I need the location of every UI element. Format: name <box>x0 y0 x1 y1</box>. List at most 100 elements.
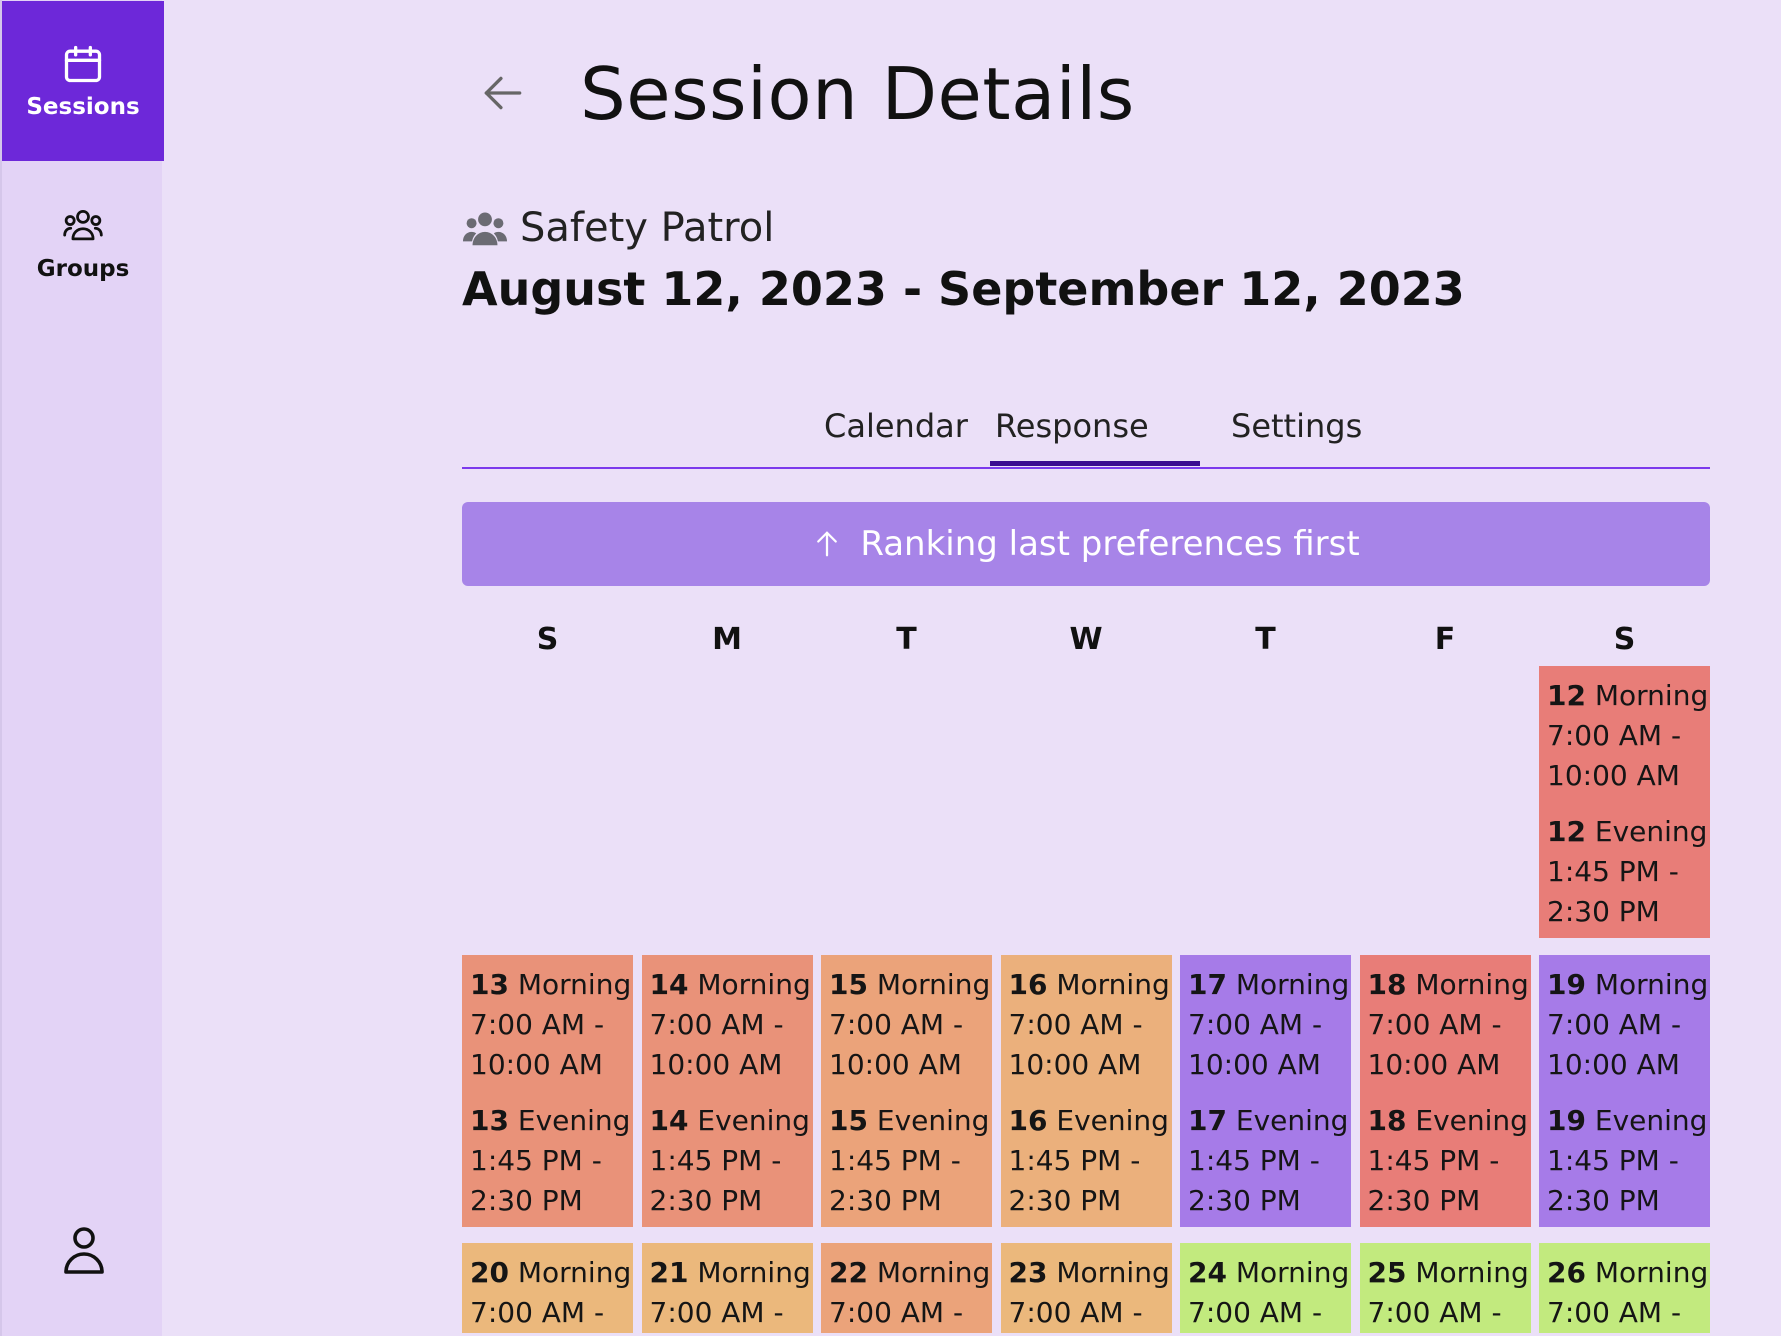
slot-name: Morning <box>697 1256 811 1289</box>
sidebar-item-groups[interactable]: Groups <box>2 163 164 323</box>
ranking-order-button[interactable]: Ranking last preferences first <box>462 502 1710 586</box>
slot-name: Evening <box>697 1104 810 1137</box>
active-tab-indicator <box>990 461 1200 466</box>
tab-response[interactable]: Response <box>995 407 1149 445</box>
slot-time-start: 7:00 AM - <box>1188 1296 1323 1329</box>
slot-day: 17 <box>1188 968 1227 1001</box>
calendar-slot[interactable]: 13 Morning 7:00 AM - 10:00 AM <box>462 955 633 1091</box>
slot-time-start: 1:45 PM - <box>1188 1144 1320 1177</box>
ranking-order-label: Ranking last preferences first <box>860 524 1360 564</box>
slot-day: 17 <box>1188 1104 1227 1137</box>
arrow-left-icon[interactable] <box>478 68 528 118</box>
page-title: Session Details <box>580 52 1135 136</box>
sidebar-item-label: Sessions <box>26 94 140 120</box>
slot-day: 16 <box>1008 968 1048 1001</box>
slot-name: Evening <box>1235 1104 1349 1137</box>
tab-calendar[interactable]: Calendar <box>824 407 968 445</box>
slot-name: Morning <box>697 968 811 1001</box>
weekday-header: S M T W T F S <box>462 622 1710 666</box>
slot-day: 12 <box>1547 679 1586 712</box>
slot-time-start: 7:00 AM - <box>1008 1296 1143 1329</box>
slot-time-end: 2:30 PM <box>1367 1184 1481 1217</box>
calendar-slot[interactable]: 16 Morning 7:00 AM - 10:00 AM <box>1000 955 1172 1091</box>
slot-time-end: 10:00 AM <box>1008 1048 1142 1081</box>
users-icon <box>63 209 103 241</box>
calendar-slot[interactable]: 18 Evening 1:45 PM - 2:30 PM <box>1359 1091 1531 1227</box>
slot-name: Evening <box>1594 815 1708 848</box>
arrow-up-icon <box>817 531 838 557</box>
slot-name: Evening <box>1056 1104 1169 1137</box>
slot-day: 15 <box>829 968 868 1001</box>
calendar-slot[interactable]: 15 Morning 7:00 AM - 10:00 AM <box>821 955 992 1091</box>
slot-name: Morning <box>517 1256 632 1289</box>
slot-name: Morning <box>876 968 991 1001</box>
slot-time-start: 7:00 AM - <box>470 1008 605 1041</box>
slot-day: 23 <box>1008 1256 1048 1289</box>
slot-time-start: 7:00 AM - <box>1547 719 1682 752</box>
slot-time-start: 7:00 AM - <box>649 1008 784 1041</box>
calendar-slot[interactable]: 21 Morning 7:00 AM - <box>641 1243 813 1333</box>
slot-time-start: 1:45 PM - <box>1547 855 1679 888</box>
calendar-slot[interactable]: 25 Morning 7:00 AM - <box>1359 1243 1531 1333</box>
slot-name: Morning <box>876 1256 991 1289</box>
calendar-slot[interactable]: 18 Morning 7:00 AM - 10:00 AM <box>1359 955 1531 1091</box>
slot-time-start: 7:00 AM - <box>1547 1008 1682 1041</box>
slot-name: Morning <box>1235 1256 1350 1289</box>
slot-time-start: 7:00 AM - <box>1008 1008 1143 1041</box>
calendar-slot[interactable]: 16 Evening 1:45 PM - 2:30 PM <box>1000 1091 1172 1227</box>
slot-time-start: 7:00 AM - <box>470 1296 605 1329</box>
weekday-label: M <box>712 622 742 657</box>
calendar-slot[interactable]: 15 Evening 1:45 PM - 2:30 PM <box>821 1091 992 1227</box>
slot-day: 16 <box>1008 1104 1048 1137</box>
slot-day: 18 <box>1367 1104 1407 1137</box>
main-content: Session Details Safety Patrol August 12,… <box>162 0 1781 1336</box>
slot-day: 25 <box>1367 1256 1407 1289</box>
users-icon <box>462 212 508 246</box>
tab-bar: Calendar Response Settings <box>462 395 1710 469</box>
calendar-slot[interactable]: 12 Evening 1:45 PM - 2:30 PM <box>1539 802 1710 938</box>
slot-time-start: 1:45 PM - <box>1547 1144 1679 1177</box>
slot-day: 18 <box>1367 968 1407 1001</box>
slot-time-start: 7:00 AM - <box>829 1008 964 1041</box>
calendar-icon <box>64 45 102 83</box>
sidebar-item-sessions[interactable]: Sessions <box>2 1 164 161</box>
weekday-label: F <box>1434 622 1456 657</box>
calendar-slot[interactable]: 17 Morning 7:00 AM - 10:00 AM <box>1180 955 1351 1091</box>
slot-time-end: 10:00 AM <box>649 1048 783 1081</box>
calendar-slot[interactable]: 12 Morning 7:00 AM - 10:00 AM <box>1539 666 1710 802</box>
calendar-slot[interactable]: 14 Morning 7:00 AM - 10:00 AM <box>641 955 813 1091</box>
calendar-slot[interactable]: 24 Morning 7:00 AM - <box>1180 1243 1351 1333</box>
calendar-slot[interactable]: 23 Morning 7:00 AM - <box>1000 1243 1172 1333</box>
slot-time-start: 1:45 PM - <box>649 1144 782 1177</box>
slot-name: Morning <box>517 968 632 1001</box>
calendar-slot[interactable]: 26 Morning 7:00 AM - <box>1539 1243 1710 1333</box>
slot-day: 13 <box>470 1104 509 1137</box>
slot-day: 13 <box>470 968 509 1001</box>
slot-time-end: 10:00 AM <box>1188 1048 1321 1081</box>
slot-name: Morning <box>1594 679 1709 712</box>
calendar-slot[interactable]: 22 Morning 7:00 AM - <box>821 1243 992 1333</box>
slot-name: Morning <box>1594 1256 1709 1289</box>
group-info: Safety Patrol <box>462 205 774 251</box>
slot-day: 14 <box>649 968 689 1001</box>
slot-day: 22 <box>829 1256 868 1289</box>
slot-day: 12 <box>1547 815 1586 848</box>
slot-name: Evening <box>1415 1104 1528 1137</box>
calendar-slot[interactable]: 20 Morning 7:00 AM - <box>462 1243 633 1333</box>
slot-name: Morning <box>1415 968 1529 1001</box>
weekday-label: S <box>536 622 559 657</box>
tab-settings[interactable]: Settings <box>1231 407 1362 445</box>
calendar-slot[interactable]: 14 Evening 1:45 PM - 2:30 PM <box>641 1091 813 1227</box>
calendar-slot[interactable]: 13 Evening 1:45 PM - 2:30 PM <box>462 1091 633 1227</box>
slot-day: 26 <box>1547 1256 1586 1289</box>
sidebar: Sessions Groups <box>0 0 164 1336</box>
calendar-slot[interactable]: 17 Evening 1:45 PM - 2:30 PM <box>1180 1091 1351 1227</box>
calendar-slot[interactable]: 19 Morning 7:00 AM - 10:00 AM <box>1539 955 1710 1091</box>
slot-day: 20 <box>470 1256 509 1289</box>
calendar-slot[interactable]: 19 Evening 1:45 PM - 2:30 PM <box>1539 1091 1710 1227</box>
user-icon[interactable] <box>60 1224 108 1276</box>
slot-time-end: 2:30 PM <box>1188 1184 1301 1217</box>
slot-time-start: 1:45 PM - <box>829 1144 961 1177</box>
slot-time-end: 10:00 AM <box>1547 759 1680 792</box>
slot-time-start: 7:00 AM - <box>829 1296 964 1329</box>
